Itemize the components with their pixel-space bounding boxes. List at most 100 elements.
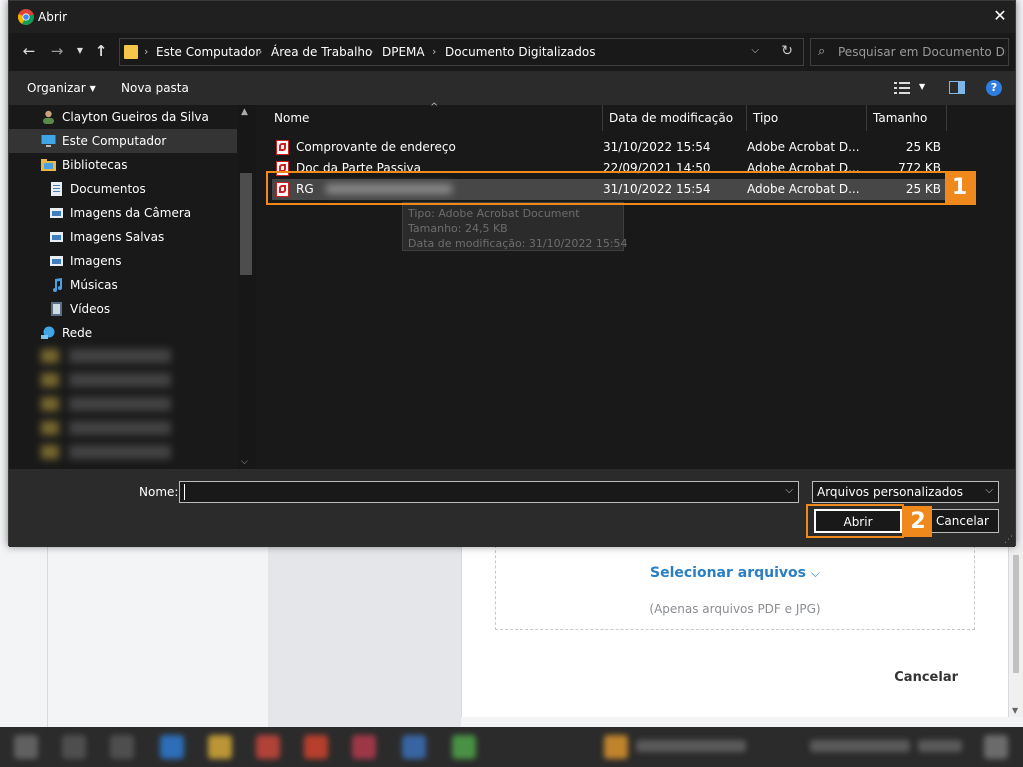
blurred-nav-item[interactable] xyxy=(41,421,171,435)
tooltip-type: Tipo: Adobe Acrobat Document xyxy=(408,207,580,220)
page-scrollbar[interactable]: ▼ xyxy=(1009,545,1023,717)
view-options-icon[interactable] xyxy=(894,81,910,95)
camera-roll-icon xyxy=(50,208,63,218)
edge-icon[interactable] xyxy=(160,735,184,759)
videos-icon xyxy=(51,302,62,316)
nav-item-imagens-salvas[interactable]: Imagens Salvas xyxy=(9,225,237,249)
app-icon[interactable] xyxy=(304,735,328,759)
nav-item-imagens-da-camera[interactable]: Imagens da Câmera xyxy=(9,201,237,225)
app-icon[interactable] xyxy=(352,735,376,759)
search-icon[interactable] xyxy=(62,735,86,759)
libraries-icon xyxy=(41,159,56,171)
forward-button[interactable]: → xyxy=(47,41,67,61)
scroll-up-arrow-icon[interactable]: ▲ xyxy=(241,107,248,117)
nav-scrollbar[interactable]: ▲ ⌵ xyxy=(238,105,256,469)
organize-button[interactable]: Organizar ▼ xyxy=(27,81,96,95)
search-box[interactable]: ⌕ xyxy=(810,38,1009,66)
nav-item-label: Este Computador xyxy=(62,134,167,148)
folder-icon[interactable] xyxy=(208,735,232,759)
filename-input[interactable] xyxy=(184,484,774,500)
start-icon[interactable] xyxy=(14,735,38,759)
page-side-column xyxy=(268,545,461,727)
file-modified: 31/10/2022 15:54 xyxy=(603,140,711,154)
select-files-link[interactable]: Selecionar arquivos ⌵ xyxy=(496,565,974,581)
nav-item-bibliotecas[interactable]: Bibliotecas xyxy=(9,153,237,177)
column-header-size[interactable]: Tamanho xyxy=(867,105,947,131)
drop-zone[interactable]: Selecionar arquivos ⌵ (Apenas arquivos P… xyxy=(495,545,975,630)
preview-pane-icon[interactable] xyxy=(949,81,965,94)
taskview-icon[interactable] xyxy=(110,735,134,759)
file-name: Comprovante de endereço xyxy=(296,140,456,154)
address-bar[interactable]: › Este Computador › Área de Trabalho › D… xyxy=(119,38,804,66)
file-type-filter-value: Arquivos personalizados xyxy=(817,485,964,499)
nav-item-user[interactable]: Clayton Gueiros da Silva xyxy=(9,105,237,129)
column-header-name[interactable]: Nome xyxy=(268,105,603,131)
file-row[interactable]: Comprovante de endereço 31/10/2022 15:54… xyxy=(272,137,949,158)
pictures-icon xyxy=(50,256,63,266)
new-folder-button[interactable]: Nova pasta xyxy=(121,81,189,95)
chevron-down-icon: ⌵ xyxy=(985,485,993,496)
nav-item-imagens[interactable]: Imagens xyxy=(9,249,237,273)
annotation-box-step-1 xyxy=(266,171,976,205)
nav-item-documentos[interactable]: Documentos xyxy=(9,177,237,201)
help-icon[interactable]: ? xyxy=(986,80,1002,96)
resize-grip-icon[interactable]: ⋰ xyxy=(1004,535,1013,545)
nav-item-label: Vídeos xyxy=(70,302,111,316)
breadcrumb-este-computador[interactable]: Este Computador xyxy=(156,45,260,59)
weather-icon xyxy=(604,735,628,759)
scrollbar-thumb[interactable] xyxy=(1013,555,1019,673)
back-button[interactable]: ← xyxy=(19,41,39,61)
chrome-icon[interactable] xyxy=(256,735,280,759)
files-hint: (Apenas arquivos PDF e JPG) xyxy=(649,602,821,616)
music-icon xyxy=(53,278,62,292)
column-header-modified[interactable]: Data de modificação xyxy=(603,105,747,131)
chevron-down-icon[interactable]: ⌵ xyxy=(751,45,759,56)
close-button[interactable]: ✕ xyxy=(985,1,1015,33)
search-icon: ⌕ xyxy=(818,44,826,59)
annotation-badge-step-2: 2 xyxy=(904,506,932,537)
page-divider xyxy=(47,545,48,727)
annotation-box-step-2 xyxy=(806,504,904,538)
column-header-type[interactable]: Tipo xyxy=(747,105,867,131)
caret-down-icon[interactable]: ▼ xyxy=(919,82,925,91)
file-list: ^ Nome Data de modificação Tipo Tamanho … xyxy=(258,102,1015,469)
recent-locations-button[interactable]: ▼ xyxy=(70,41,90,61)
tray-icons xyxy=(810,740,910,752)
app-icon[interactable] xyxy=(452,735,476,759)
blurred-nav-item[interactable] xyxy=(41,349,171,363)
nav-item-videos[interactable]: Vídeos xyxy=(9,297,237,321)
breadcrumb-area-de-trabalho[interactable]: Área de Trabalho xyxy=(271,45,372,59)
blurred-nav-item[interactable] xyxy=(41,373,171,387)
search-input[interactable] xyxy=(838,43,1006,61)
file-type-filter[interactable]: Arquivos personalizados ⌵ xyxy=(812,481,999,503)
network-icon xyxy=(41,326,55,339)
scrollbar-thumb[interactable] xyxy=(240,173,252,275)
app-icon[interactable] xyxy=(402,735,426,759)
file-type: Adobe Acrobat D... xyxy=(747,140,860,154)
weather-text xyxy=(636,740,746,752)
filename-combobox[interactable]: ⌵ xyxy=(179,481,799,503)
blurred-nav-item[interactable] xyxy=(41,445,171,459)
nav-item-este-computador[interactable]: Este Computador xyxy=(9,129,237,153)
nav-item-musicas[interactable]: Músicas xyxy=(9,273,237,297)
chevron-right-icon: › xyxy=(369,45,374,58)
breadcrumb-documento-digitalizados[interactable]: Documento Digitalizados xyxy=(445,45,595,59)
chevron-down-icon[interactable]: ⌵ xyxy=(785,485,793,496)
breadcrumb-dpema[interactable]: DPEMA xyxy=(382,45,425,59)
upload-panel: Selecionar arquivos ⌵ (Apenas arquivos P… xyxy=(461,545,1009,717)
blurred-nav-item[interactable] xyxy=(41,397,171,411)
notification-icon[interactable] xyxy=(984,735,1008,759)
nav-item-label: Músicas xyxy=(70,278,118,292)
scroll-down-arrow-icon[interactable]: ▼ xyxy=(1012,706,1018,715)
scroll-down-arrow-icon[interactable]: ⌵ xyxy=(241,457,248,467)
window-title: Abrir xyxy=(38,10,68,24)
navigation-bar: ← → ▼ ↑ › Este Computador › Área de Trab… xyxy=(9,33,1015,71)
up-button[interactable]: ↑ xyxy=(91,41,111,61)
command-bar: Organizar ▼ Nova pasta ▼ ? xyxy=(9,71,1015,105)
refresh-icon[interactable]: ↻ xyxy=(781,43,793,59)
name-label: Nome: xyxy=(139,485,179,499)
computer-icon xyxy=(41,135,56,147)
chevron-right-icon: › xyxy=(258,45,263,58)
page-cancel-button[interactable]: Cancelar xyxy=(894,670,958,685)
nav-item-rede[interactable]: Rede xyxy=(9,321,237,345)
